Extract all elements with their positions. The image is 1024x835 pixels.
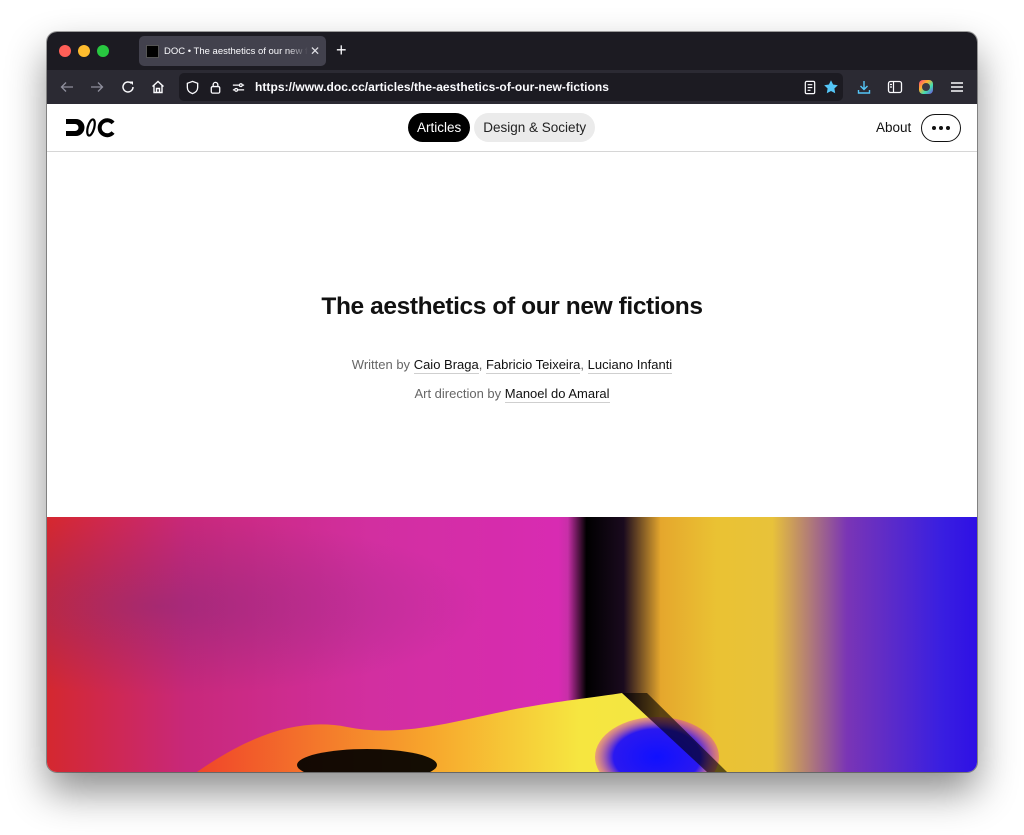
hero-artwork	[47, 517, 977, 772]
arrow-left-icon[interactable]	[57, 77, 77, 97]
site-header: Articles Design & Society About	[47, 104, 977, 152]
download-icon[interactable]	[854, 77, 874, 97]
author-link[interactable]: Caio Braga	[413, 357, 479, 374]
menu-icon[interactable]	[947, 77, 967, 97]
art-direction-label: Art direction by	[414, 386, 502, 401]
browser-tab-active[interactable]: DOC • The aesthetics of our new fictions…	[139, 36, 326, 66]
url-text[interactable]: https://www.doc.cc/articles/the-aestheti…	[255, 80, 609, 94]
article-header: The aesthetics of our new fictions Writt…	[47, 153, 977, 517]
minimize-window-button[interactable]	[78, 45, 90, 57]
hero-image	[47, 517, 977, 772]
sidebar-icon[interactable]	[885, 77, 905, 97]
reload-icon[interactable]	[118, 77, 138, 97]
more-dots-icon[interactable]	[921, 114, 961, 142]
written-by-line: Written by Caio Braga, Fabricio Teixeira…	[351, 357, 673, 374]
doc-logo[interactable]	[65, 118, 117, 143]
home-icon[interactable]	[148, 77, 168, 97]
reader-view-icon[interactable]	[801, 78, 819, 96]
art-direction-line: Art direction by Manoel do Amaral	[47, 386, 977, 403]
tab-strip: DOC • The aesthetics of our new fictions…	[47, 32, 977, 70]
close-window-button[interactable]	[59, 45, 71, 57]
browser-window: DOC • The aesthetics of our new fictions…	[47, 32, 977, 772]
art-director-link[interactable]: Manoel do Amaral	[504, 386, 610, 403]
navigation-bar: https://www.doc.cc/articles/the-aestheti…	[47, 70, 977, 104]
shield-icon[interactable]	[183, 78, 201, 96]
close-icon[interactable]: ✕	[310, 44, 320, 58]
about-link[interactable]: About	[876, 120, 911, 135]
nav-articles[interactable]: Articles	[408, 113, 471, 142]
profile-icon[interactable]	[916, 77, 936, 97]
written-by-label: Written by	[351, 357, 411, 372]
maximize-window-button[interactable]	[97, 45, 109, 57]
bookmark-star-icon[interactable]	[822, 78, 840, 96]
tab-title: DOC • The aesthetics of our new fictions	[164, 45, 308, 57]
lock-icon[interactable]	[206, 78, 224, 96]
new-tab-button[interactable]: +	[336, 40, 347, 60]
favicon-icon	[146, 44, 159, 58]
url-bar[interactable]: https://www.doc.cc/articles/the-aestheti…	[179, 73, 843, 101]
arrow-right-icon[interactable]	[87, 77, 107, 97]
author-link[interactable]: Luciano Infanti	[587, 357, 673, 374]
nav-design-society[interactable]: Design & Society	[474, 113, 596, 142]
author-link[interactable]: Fabricio Teixeira	[485, 357, 581, 374]
window-controls	[59, 45, 109, 57]
permissions-icon[interactable]	[229, 78, 247, 96]
article-title: The aesthetics of our new fictions	[321, 293, 703, 320]
site-nav: Articles Design & Society	[408, 113, 596, 142]
